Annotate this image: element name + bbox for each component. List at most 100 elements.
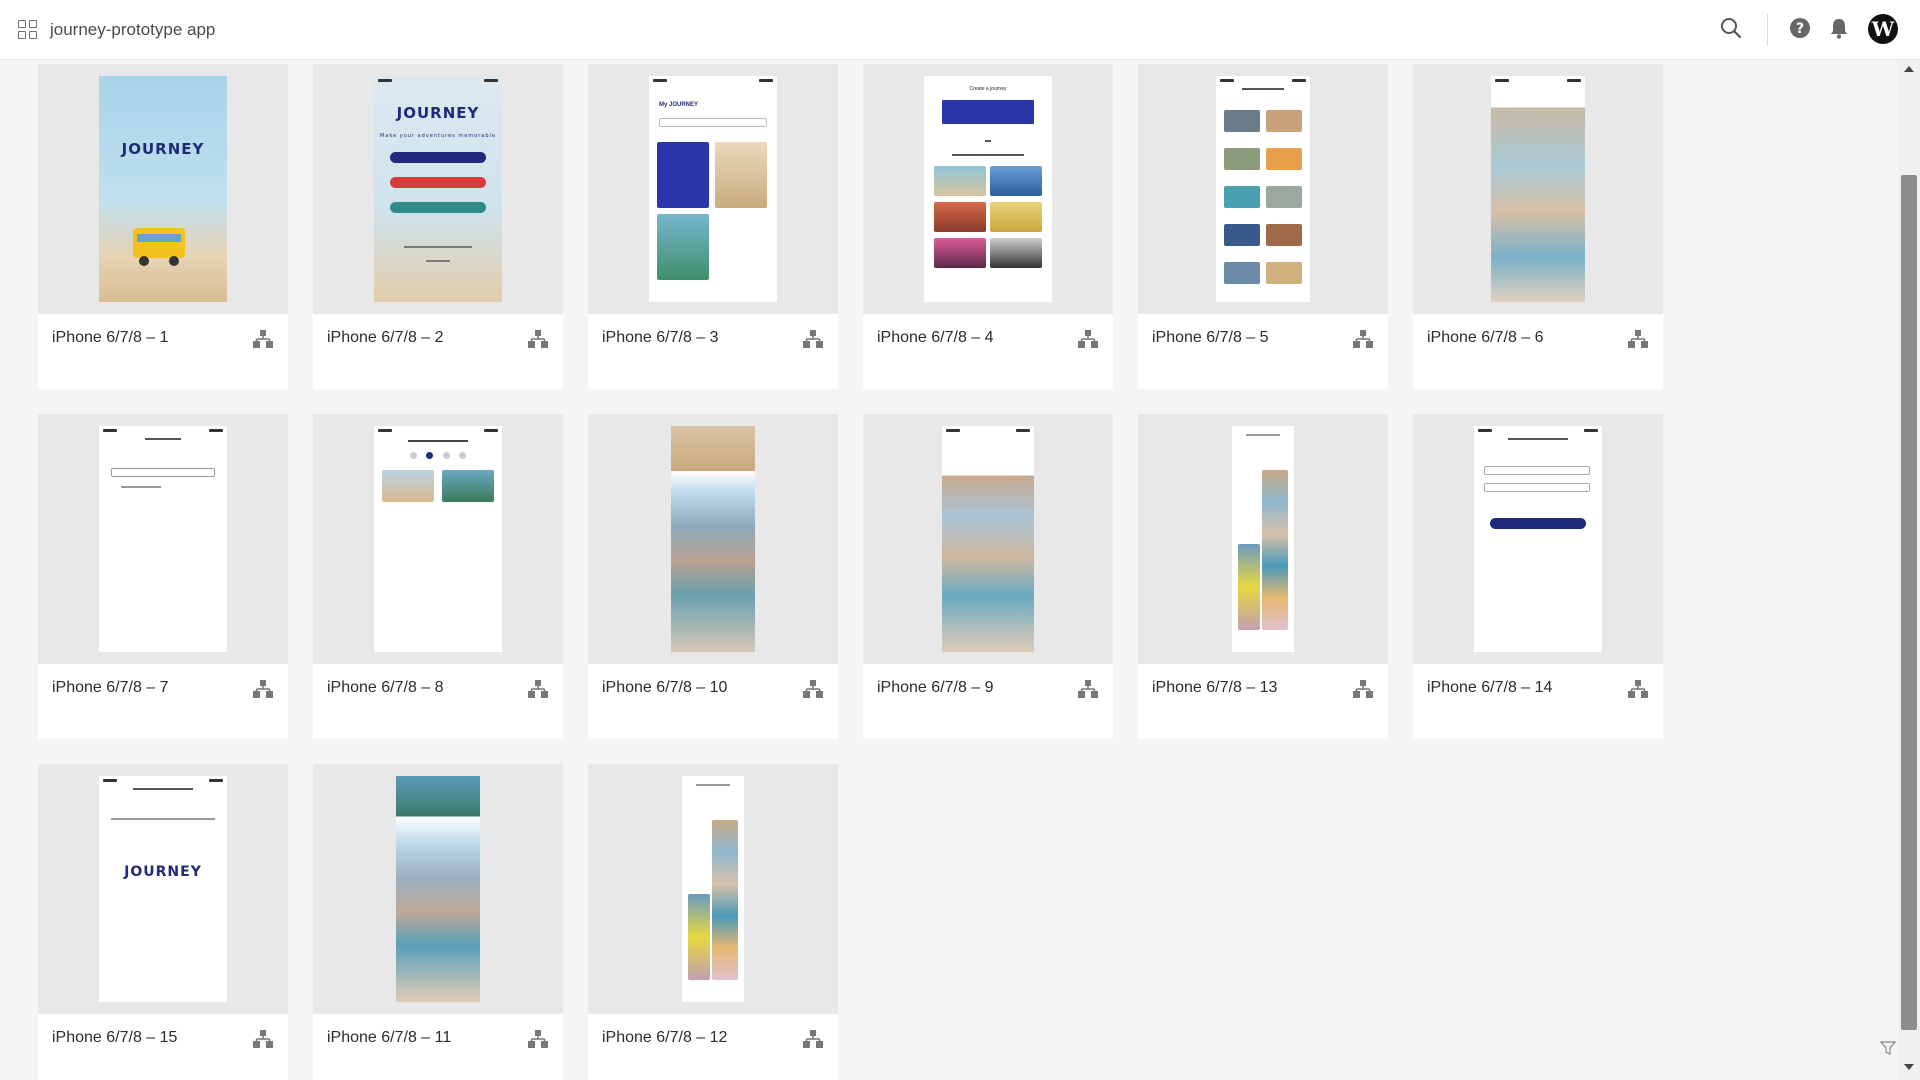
select-photos-from-title <box>1242 88 1284 90</box>
bus-wheel <box>139 256 149 266</box>
flow-diagram-icon[interactable] <box>803 330 823 348</box>
scroll-up-arrow-icon[interactable] <box>1904 66 1914 72</box>
search-field <box>659 118 767 127</box>
journey-logo: JOURNEY <box>396 104 480 122</box>
app-title: journey-prototype app <box>50 20 216 39</box>
album-tile <box>1266 262 1302 284</box>
svg-text:?: ? <box>1796 21 1804 37</box>
artboard-card[interactable]: iPhone 6/7/8 – 13 <box>1138 414 1388 739</box>
artboard-label: iPhone 6/7/8 – 13 <box>1152 679 1278 696</box>
flow-diagram-icon[interactable] <box>528 680 548 698</box>
toy-bus-image <box>133 228 185 258</box>
artboard-label: iPhone 6/7/8 – 12 <box>602 1029 728 1046</box>
artboard-thumbnail <box>1413 64 1663 314</box>
scroll-down-arrow-icon[interactable] <box>1904 1064 1914 1070</box>
album-tile <box>1266 148 1302 170</box>
phone-preview <box>374 426 502 652</box>
photo-column <box>1238 544 1260 630</box>
artboard-card[interactable]: iPhone 6/7/8 – 8 <box>313 414 563 739</box>
artboard-label: iPhone 6/7/8 – 3 <box>602 329 719 346</box>
flow-diagram-icon[interactable] <box>253 330 273 348</box>
help-icon[interactable]: ? <box>1788 16 1812 40</box>
current-location-option <box>121 486 161 488</box>
flow-diagram-icon[interactable] <box>1078 330 1098 348</box>
artboard-card[interactable]: iPhone 6/7/8 – 11 <box>313 764 563 1080</box>
status-bar <box>103 779 223 783</box>
artboard-thumbnail: JOURNEY Make your adventures memorable <box>313 64 563 314</box>
artboard-card[interactable]: iPhone 6/7/8 – 9 <box>863 414 1113 739</box>
flow-diagram-icon[interactable] <box>1628 680 1648 698</box>
flow-diagram-icon[interactable] <box>1078 680 1098 698</box>
toolbar-divider <box>1767 14 1768 46</box>
status-bar <box>1495 79 1581 83</box>
flow-diagram-icon[interactable] <box>803 1030 823 1048</box>
flow-diagram-icon[interactable] <box>1353 330 1373 348</box>
artboard-card[interactable]: iPhone 6/7/8 – 6 <box>1413 64 1663 389</box>
status-bar <box>378 429 498 433</box>
location-search-field <box>111 468 215 477</box>
my-journey-title: My JOURNEY <box>659 102 699 108</box>
photo-column <box>688 894 710 980</box>
bus-wheel <box>169 256 179 266</box>
bell-icon[interactable] <box>1828 16 1850 40</box>
artboard-label: iPhone 6/7/8 – 14 <box>1427 679 1553 696</box>
album-tile <box>1266 110 1302 132</box>
google-button <box>390 177 486 188</box>
phone-preview <box>1216 76 1310 302</box>
artboard-card[interactable]: My JOURNEY iPhone 6/7/8 – 3 <box>588 64 838 389</box>
password-field <box>1484 483 1590 492</box>
artboard-card[interactable]: iPhone 6/7/8 – 12 <box>588 764 838 1080</box>
artboard-thumbnail <box>863 414 1113 664</box>
header-text <box>1246 434 1280 436</box>
flow-diagram-icon[interactable] <box>253 680 273 698</box>
artboard-label: iPhone 6/7/8 – 5 <box>1152 329 1269 346</box>
flow-diagram-icon[interactable] <box>253 1030 273 1048</box>
album-tile <box>1224 148 1260 170</box>
user-avatar[interactable]: W <box>1868 14 1898 44</box>
artboard-label: iPhone 6/7/8 – 7 <box>52 679 169 696</box>
family-tile <box>990 166 1042 196</box>
bus-windows <box>137 234 181 242</box>
artboard-thumbnail <box>313 414 563 664</box>
artboard-thumbnail <box>588 764 838 1014</box>
select-photos-button <box>942 100 1034 124</box>
pets-tile <box>990 202 1042 232</box>
artboard-label: iPhone 6/7/8 – 8 <box>327 679 444 696</box>
artboard-card[interactable]: iPhone 6/7/8 – 7 <box>38 414 288 739</box>
artboard-card[interactable]: JOURNEY iPhone 6/7/8 – 15 <box>38 764 288 1080</box>
artboard-card[interactable]: JOURNEY iPhone 6/7/8 – 1 <box>38 64 288 389</box>
phone-preview: JOURNEY Make your adventures memorable <box>374 76 502 302</box>
create-journey-title <box>145 438 181 440</box>
create-journey-title: Create a journey <box>969 86 1007 92</box>
scrollbar-thumb[interactable] <box>1901 175 1917 1030</box>
artboard-card[interactable]: Create a journey iPhone 6/7/8 – 4 <box>863 64 1113 389</box>
artboard-card[interactable]: iPhone 6/7/8 – 14 <box>1413 414 1663 739</box>
filter-icon[interactable] <box>1880 1040 1896 1056</box>
flow-diagram-icon[interactable] <box>528 1030 548 1048</box>
artboard-card[interactable]: iPhone 6/7/8 – 5 <box>1138 64 1388 389</box>
flow-diagram-icon[interactable] <box>1628 330 1648 348</box>
phone-preview: My JOURNEY <box>649 76 777 302</box>
tagline: Make your adventures memorable <box>379 133 496 139</box>
album-tile <box>442 470 494 502</box>
artboard-card[interactable]: iPhone 6/7/8 – 10 <box>588 414 838 739</box>
artboard-card[interactable]: JOURNEY Make your adventures memorable i… <box>313 64 563 389</box>
search-icon[interactable] <box>1720 16 1742 40</box>
source-icons <box>410 452 466 460</box>
flow-diagram-icon[interactable] <box>803 680 823 698</box>
artboard-thumbnail <box>313 764 563 1014</box>
photo-tile <box>715 142 767 208</box>
phone-preview <box>1491 76 1585 302</box>
create-empty-text <box>952 154 1024 156</box>
artboard-thumbnail <box>588 414 838 664</box>
artboard-thumbnail <box>1138 414 1388 664</box>
photo-tile <box>657 214 709 280</box>
photo-column <box>712 820 738 980</box>
flow-diagram-icon[interactable] <box>528 330 548 348</box>
artboard-thumbnail <box>1413 414 1663 664</box>
apps-grid-icon[interactable] <box>18 20 38 40</box>
select-photos-from-title <box>408 440 468 442</box>
phone-preview <box>99 426 227 652</box>
status-bar <box>1220 79 1306 83</box>
flow-diagram-icon[interactable] <box>1353 680 1373 698</box>
